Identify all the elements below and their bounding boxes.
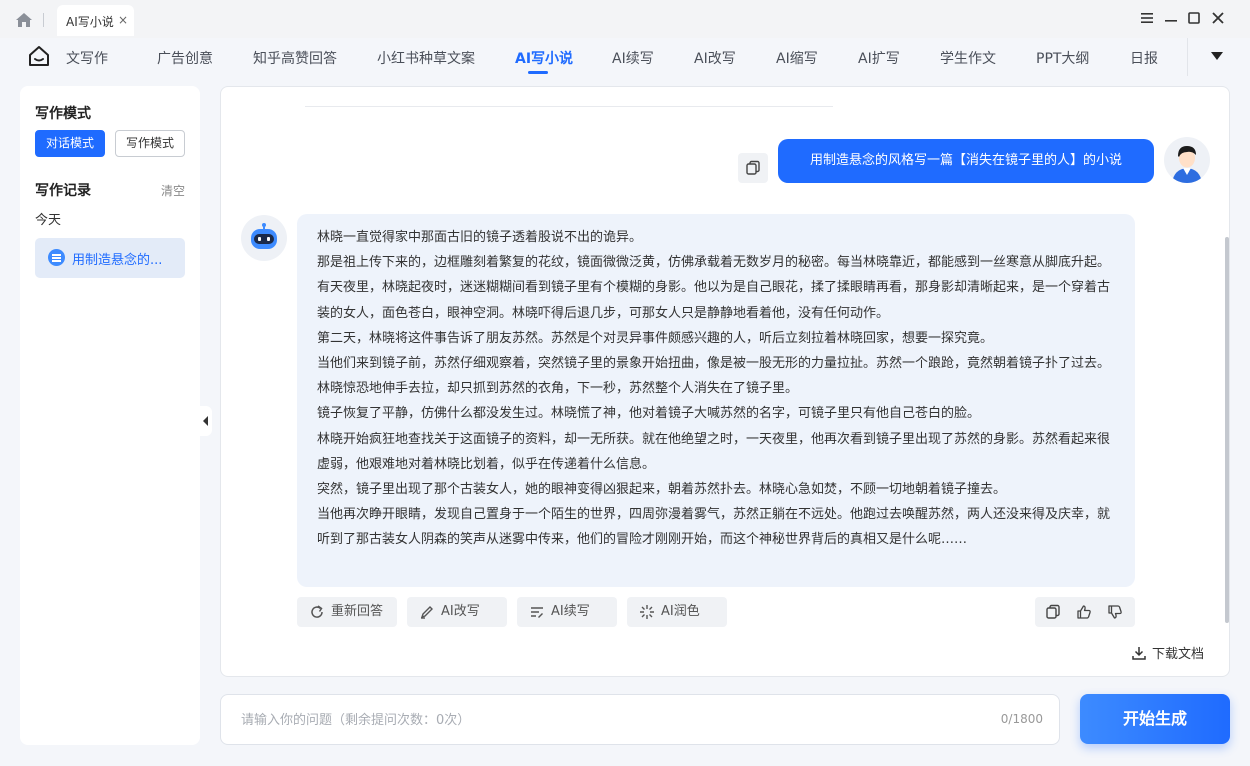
tab-ai-novel[interactable]: AI写小说 × (57, 5, 134, 36)
home-icon[interactable] (15, 12, 33, 28)
ai-polish-label: AI润色 (661, 604, 700, 619)
char-counter: 0/1800 (1000, 712, 1043, 726)
ai-continue-label: AI续写 (551, 604, 590, 619)
nav-item-ai-continue[interactable]: AI续写 (612, 48, 654, 68)
response-paragraph: 那是祖上传下来的，边框雕刻着繁复的花纹，镜面微微泛黄，仿佛承载着无数岁月的秘密。… (317, 255, 1111, 271)
response-paragraph: 当他再次睁开眼睛，发现自己置身于一个陌生的世界，四周弥漫着雾气，苏然正躺在不远处… (317, 507, 1111, 548)
thumbs-down-icon[interactable] (1107, 604, 1123, 620)
ai-rewrite-label: AI改写 (441, 604, 480, 619)
question-input-box: 0/1800 (220, 694, 1060, 745)
download-icon (1132, 647, 1146, 660)
chat-bubble-icon (48, 249, 65, 266)
chevron-down-icon[interactable] (1211, 52, 1223, 60)
copy-icon[interactable] (1045, 604, 1061, 620)
nav-item-ppt[interactable]: PPT大纲 (1036, 48, 1089, 68)
user-message: 用制造悬念的风格写一篇【消失在镜子里的人】的小说 (778, 139, 1154, 183)
chat-panel: 用制造悬念的风格写一篇【消失在镜子里的人】的小说 林晓一直觉得家中那面古旧的镜子… (220, 86, 1230, 677)
nav-item-ai-novel[interactable]: AI写小说 (515, 48, 573, 68)
close-icon[interactable] (1210, 10, 1226, 26)
response-paragraph: 第二天，林晓将这件事告诉了朋友苏然。苏然是个对灵异事件颇感兴趣的人，听后立刻拉着… (317, 330, 994, 346)
user-avatar-icon (1172, 146, 1202, 183)
feedback-actions (1035, 597, 1135, 627)
history-item[interactable]: 用制造悬念的... (35, 238, 185, 278)
tab-close-icon[interactable]: × (118, 13, 128, 27)
feature-nav: 文写作 广告创意 知乎高赞回答 小红书种草文案 AI写小说 AI续写 AI改写 … (0, 38, 1250, 76)
chat-scrollbar[interactable] (1225, 237, 1229, 623)
refresh-icon (311, 605, 323, 618)
active-tab-indicator (528, 71, 548, 74)
clear-history-link[interactable]: 清空 (161, 182, 185, 199)
response-paragraph: 林晓一直觉得家中那面古旧的镜子透着股说不出的诡异。 (317, 230, 643, 245)
history-item-label: 用制造悬念的... (72, 253, 163, 268)
ai-polish-button[interactable]: AI润色 (627, 597, 727, 627)
regenerate-label: 重新回答 (331, 604, 384, 619)
nav-item-ai-rewrite[interactable]: AI改写 (694, 48, 736, 68)
sidebar-collapse-button[interactable] (200, 406, 212, 436)
user-avatar (1164, 137, 1210, 183)
continue-icon (531, 607, 543, 618)
nav-item-writing[interactable]: 文写作 (66, 48, 108, 68)
title-bar: AI写小说 × (0, 0, 1250, 38)
ai-continue-button[interactable]: AI续写 (517, 597, 617, 627)
generate-button[interactable]: 开始生成 (1080, 694, 1230, 744)
ai-rewrite-button[interactable]: AI改写 (407, 597, 507, 627)
write-mode-button[interactable]: 写作模式 (115, 130, 185, 157)
nav-divider (1187, 38, 1188, 76)
bot-response: 林晓一直觉得家中那面古旧的镜子透着股说不出的诡异。 那是祖上传下来的，边框雕刻着… (297, 214, 1135, 587)
response-paragraph: 突然，镜子里出现了那个古装女人，她的眼神变得凶狠起来，朝着苏然扑去。林晓心急如焚… (317, 482, 1007, 498)
nav-item-zhihu[interactable]: 知乎高赞回答 (253, 48, 337, 68)
copy-message-button[interactable] (738, 153, 768, 183)
response-paragraph: 镜子恢复了平静，仿佛什么都没发生过。林晓慌了神，他对着镜子大喊苏然的名字，可镜子… (317, 406, 981, 422)
nav-item-daily[interactable]: 日报 (1130, 48, 1158, 68)
mode-title: 写作模式 (35, 106, 91, 122)
sparkle-icon (640, 605, 654, 619)
title-separator (43, 13, 44, 27)
robot-icon (251, 223, 277, 249)
menu-icon[interactable] (1139, 10, 1155, 26)
nav-item-xiaohongshu[interactable]: 小红书种草文案 (377, 48, 475, 68)
thumbs-up-icon[interactable] (1076, 604, 1092, 620)
minimize-icon[interactable] (1163, 10, 1179, 26)
nav-scroll: 文写作 广告创意 知乎高赞回答 小红书种草文案 AI写小说 AI续写 AI改写 … (66, 38, 1186, 76)
response-paragraph: 林晓开始疯狂地查找关于这面镜子的资料，却一无所获。就在他绝望之时，一天夜里，他再… (317, 431, 1111, 472)
nav-item-ai-expand[interactable]: AI扩写 (858, 48, 900, 68)
copy-icon (746, 160, 760, 175)
nav-item-essay[interactable]: 学生作文 (940, 48, 996, 68)
sidebar: 写作模式 对话模式 写作模式 写作记录 清空 今天 用制造悬念的... (20, 86, 200, 745)
question-input[interactable] (241, 710, 941, 730)
response-paragraph: 有天夜里，林晓起夜时，迷迷糊糊间看到镜子里有个模糊的身影。他以为是自己眼花，揉了… (317, 280, 1111, 321)
response-paragraph: 当他们来到镜子前，苏然仔细观察着，突然镜子里的景象开始扭曲，像是被一股无形的力量… (317, 356, 1111, 397)
history-title: 写作记录 (35, 183, 91, 199)
today-label: 今天 (35, 213, 62, 228)
nav-item-ad-creative[interactable]: 广告创意 (157, 48, 213, 68)
divider (305, 106, 833, 107)
tab-label: AI写小说 (66, 15, 114, 29)
bot-avatar (241, 215, 287, 261)
regenerate-button[interactable]: 重新回答 (297, 597, 397, 627)
download-label: 下载文档 (1152, 647, 1205, 662)
nav-item-ai-shorten[interactable]: AI缩写 (776, 48, 818, 68)
chat-mode-button[interactable]: 对话模式 (35, 130, 105, 157)
maximize-icon[interactable] (1186, 10, 1202, 26)
app-logo-icon[interactable] (28, 45, 50, 67)
pen-icon (420, 606, 433, 619)
